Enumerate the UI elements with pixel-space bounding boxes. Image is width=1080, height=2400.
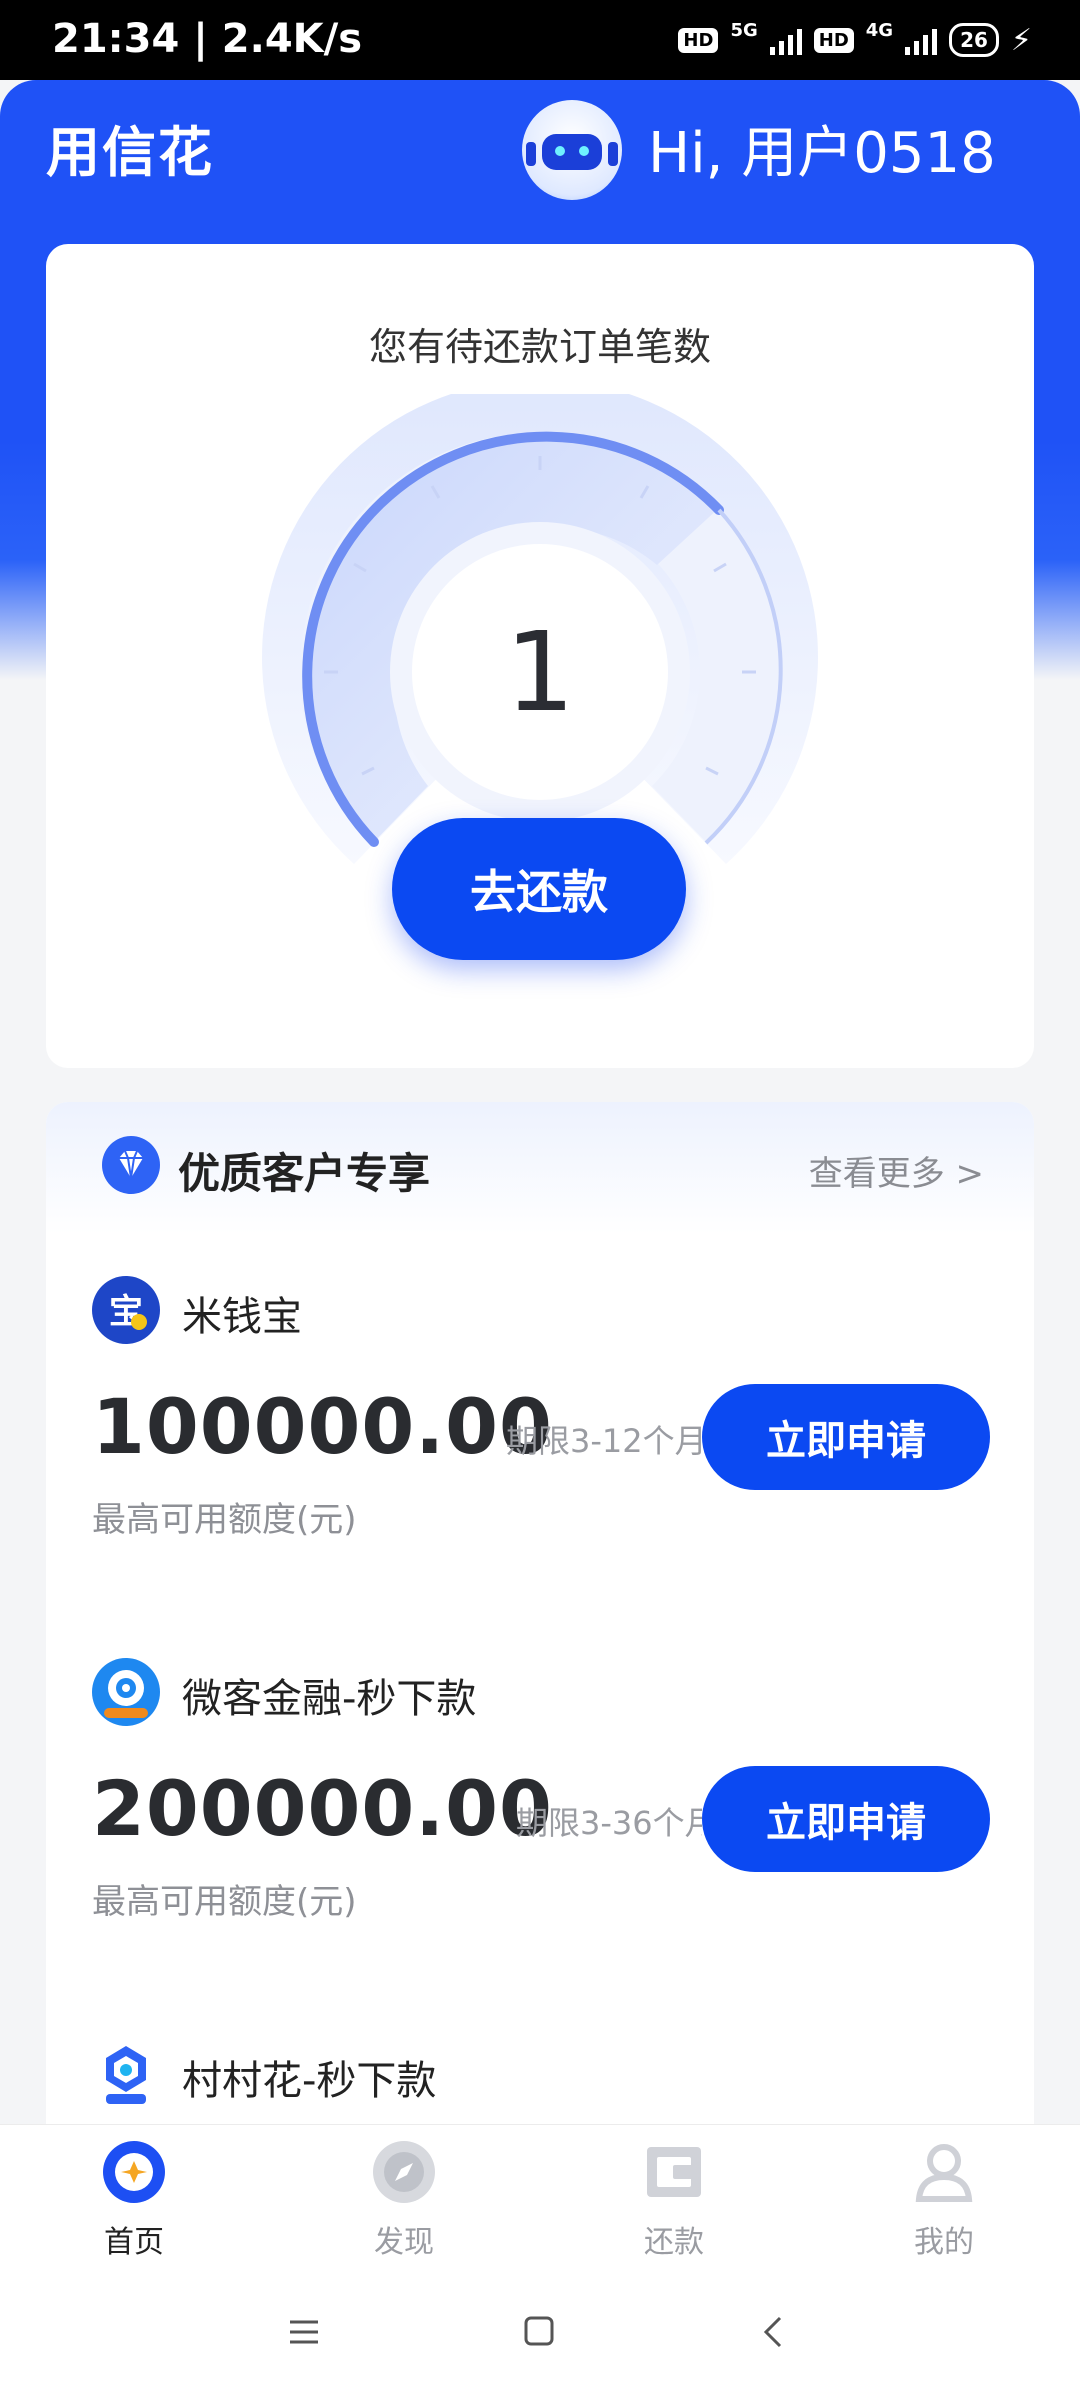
tab-home[interactable]: 首页	[54, 2141, 214, 2261]
user-icon	[913, 2141, 975, 2203]
tab-label: 我的	[914, 2225, 974, 2260]
weike-finance-logo-icon	[92, 1658, 160, 1726]
battery-icon: 26	[949, 23, 999, 57]
diamond-icon	[102, 1136, 160, 1194]
compass-icon	[373, 2141, 435, 2203]
network-5g-label: 5G	[730, 19, 758, 41]
network-4g-label: 4G	[865, 19, 894, 41]
tab-discover[interactable]: 发现	[324, 2141, 484, 2261]
premium-customer-section: 优质客户专享 查看更多 > 宝 米钱宝 100000.00 期限3-12个月 最…	[46, 1102, 1034, 2202]
section-title: 优质客户专享	[178, 1149, 431, 1198]
cuncunhua-logo-icon	[92, 2040, 160, 2108]
menu-icon[interactable]	[274, 2312, 334, 2352]
tab-label: 首页	[104, 2225, 164, 2260]
user-greeting: Hi, 用户0518	[648, 121, 996, 186]
battery-level: 26	[960, 28, 988, 52]
status-bar: 21:34 | 2.4K/s HD 5G HD 4G 26 ⚡	[0, 0, 1080, 80]
system-nav-bar	[0, 2268, 1080, 2400]
product-name: 微客金融-秒下款	[182, 1676, 477, 1722]
product-card[interactable]: 微客金融-秒下款 200000.00 期限3-36个月 最高可用额度(元) 立即…	[46, 1658, 1034, 2038]
pending-orders-title: 您有待还款订单笔数	[368, 325, 711, 369]
pending-order-count: 1	[505, 608, 575, 736]
view-more-link[interactable]: 查看更多 >	[809, 1146, 984, 1195]
signal-icon	[769, 25, 802, 55]
home-square-icon[interactable]	[508, 2312, 568, 2352]
product-name: 米钱宝	[182, 1294, 302, 1340]
apply-now-button[interactable]: 立即申请	[702, 1766, 990, 1872]
charging-icon: ⚡	[1010, 22, 1032, 58]
back-icon[interactable]	[744, 2312, 804, 2352]
home-icon	[103, 2141, 165, 2203]
product-name: 村村花-秒下款	[182, 2058, 437, 2104]
hd-badge: HD	[678, 27, 719, 53]
tab-label: 发现	[374, 2225, 434, 2260]
product-max-amount: 200000.00	[92, 1764, 553, 1853]
go-repay-button[interactable]: 去还款	[392, 818, 686, 960]
product-amount-label: 最高可用额度(元)	[92, 1882, 357, 1922]
app-brand: 用信花	[46, 121, 214, 184]
miqianbao-logo-icon: 宝	[92, 1276, 160, 1344]
wallet-icon	[643, 2141, 705, 2203]
robot-avatar-icon[interactable]	[522, 100, 622, 200]
status-time: 21:34 | 2.4K/s	[52, 16, 363, 62]
status-icons: HD 5G HD 4G 26 ⚡	[678, 20, 1032, 60]
product-amount-label: 最高可用额度(元)	[92, 1500, 357, 1540]
signal-icon	[905, 25, 938, 55]
hd-badge: HD	[813, 27, 854, 53]
bottom-tab-bar: 首页 发现 还款 我的	[0, 2124, 1080, 2269]
tab-label: 还款	[644, 2225, 704, 2260]
product-max-amount: 100000.00	[92, 1382, 553, 1471]
section-header: 优质客户专享 查看更多 >	[46, 1102, 1034, 1234]
tab-repay[interactable]: 还款	[594, 2141, 754, 2261]
product-card[interactable]: 宝 米钱宝 100000.00 期限3-12个月 最高可用额度(元) 立即申请	[46, 1276, 1034, 1656]
apply-now-button[interactable]: 立即申请	[702, 1384, 990, 1490]
repayment-card: 您有待还款订单笔数 1 去还款	[46, 244, 1034, 1068]
tab-mine[interactable]: 我的	[864, 2141, 1024, 2261]
product-term: 期限3-12个月	[506, 1422, 702, 1460]
product-term: 期限3-36个月	[516, 1804, 702, 1842]
